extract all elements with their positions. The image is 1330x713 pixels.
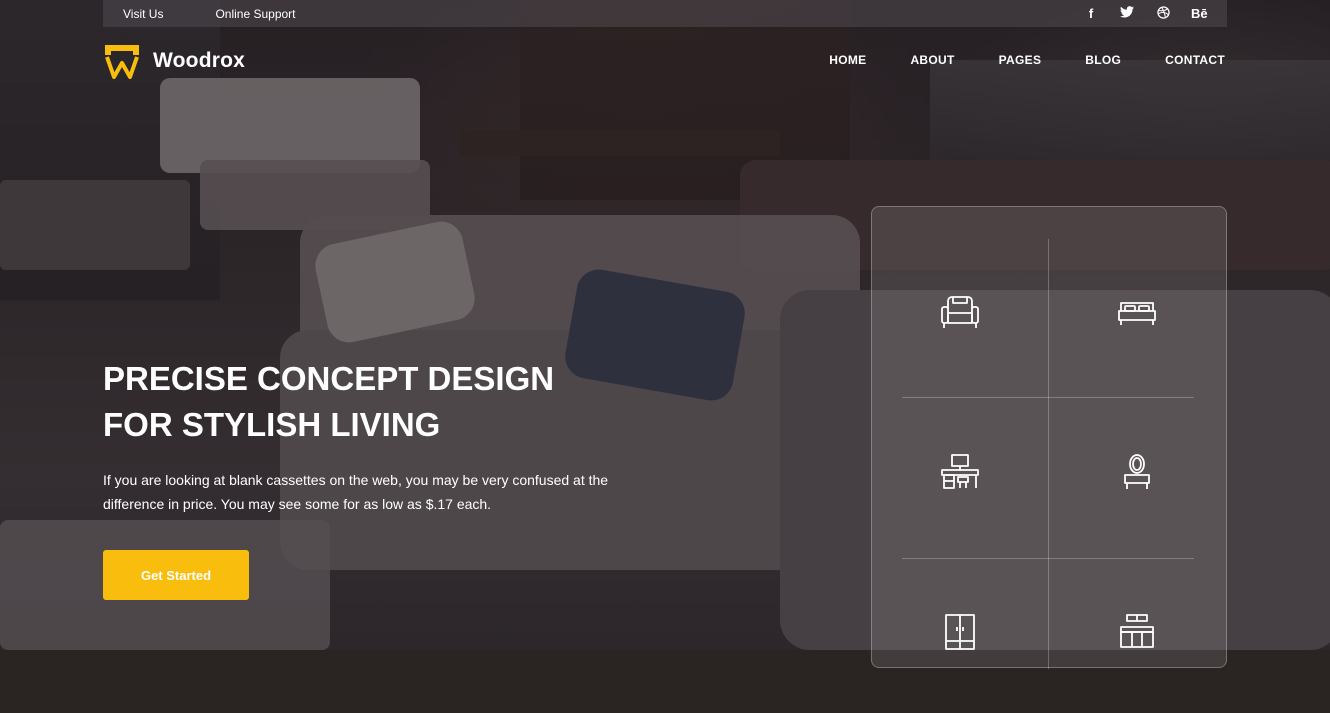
behance-icon[interactable]: Bē (1191, 6, 1208, 21)
dribbble-icon[interactable] (1155, 5, 1171, 22)
social-links: f Bē (1083, 5, 1208, 22)
desk-icon (941, 453, 979, 489)
twitter-icon[interactable] (1119, 6, 1135, 21)
online-support-link[interactable]: Online Support (215, 7, 295, 21)
hero-title: PRECISE CONCEPT DESIGN FOR STYLISH LIVIN… (103, 356, 663, 448)
main-nav: HOME ABOUT PAGES BLOG CONTACT (829, 53, 1225, 67)
nav-home[interactable]: HOME (829, 53, 866, 67)
category-kitchen-cabinet[interactable] (1049, 552, 1225, 713)
nav-about[interactable]: ABOUT (910, 53, 954, 67)
top-bar-links: Visit Us Online Support (123, 7, 296, 21)
kitchen-cabinet-icon (1120, 613, 1154, 648)
wardrobe-icon (945, 613, 975, 650)
visit-us-link[interactable]: Visit Us (123, 7, 163, 21)
top-bar: Visit Us Online Support f Bē (103, 0, 1227, 27)
brand-logo[interactable]: Woodrox (103, 43, 245, 79)
brand-name: Woodrox (153, 49, 246, 72)
hero-description: If you are looking at blank cassettes on… (103, 472, 609, 512)
category-wardrobe[interactable] (872, 552, 1048, 713)
nav-pages[interactable]: PAGES (999, 53, 1042, 67)
nav-contact[interactable]: CONTACT (1165, 53, 1225, 67)
category-panel (871, 206, 1227, 669)
category-dressing-table[interactable] (1049, 392, 1225, 553)
dressing-table-icon (1124, 453, 1150, 489)
armchair-icon (941, 295, 979, 328)
category-bed[interactable] (1049, 232, 1225, 393)
logo-mark-icon (105, 45, 139, 79)
hero-title-line-2: FOR STYLISH LIVING (103, 406, 441, 443)
nav-blog[interactable]: BLOG (1085, 53, 1121, 67)
facebook-icon[interactable]: f (1083, 6, 1099, 21)
category-desk[interactable] (872, 392, 1048, 553)
hero-title-line-1: PRECISE CONCEPT DESIGN (103, 360, 555, 397)
bed-icon (1118, 301, 1156, 325)
category-armchair[interactable] (872, 232, 1048, 393)
get-started-button[interactable]: Get Started (103, 550, 249, 600)
